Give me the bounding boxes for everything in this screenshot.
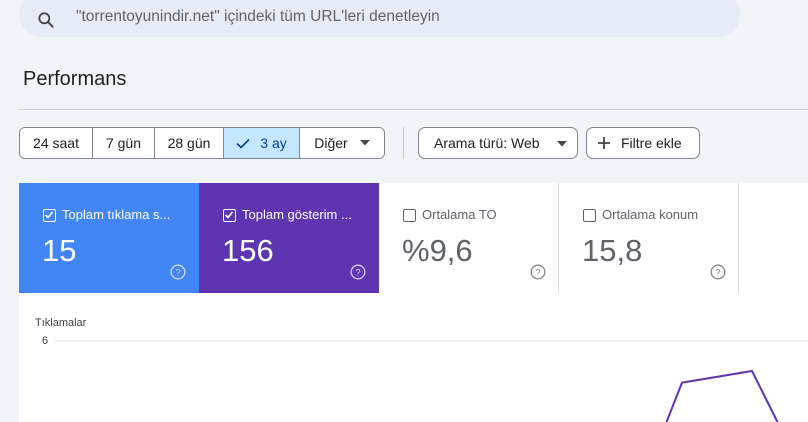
- add-filter-label: Filtre ekle: [621, 135, 682, 151]
- check-icon: [236, 138, 250, 149]
- date-option-label: 7 gün: [105, 135, 142, 151]
- caret-down-icon: [557, 141, 567, 147]
- add-filter-button[interactable]: Filtre ekle: [586, 127, 700, 159]
- date-option-label: 28 gün: [167, 135, 211, 151]
- metric-card-average-ctr[interactable]: Ortalama TO %9,6 ?: [379, 183, 559, 293]
- date-option-other[interactable]: Diğer: [300, 128, 384, 158]
- page-title: Performans: [23, 68, 127, 90]
- svg-text:?: ?: [175, 268, 180, 279]
- metric-card-total-clicks[interactable]: Toplam tıklama s... 15 ?: [19, 183, 199, 293]
- performance-chart: Tıklamalar 6: [19, 293, 808, 422]
- svg-text:?: ?: [355, 268, 360, 279]
- svg-text:?: ?: [715, 268, 720, 279]
- date-range-selector: 24 saat 7 gün 28 gün 3 ay Diğer: [19, 127, 385, 159]
- metric-value: 15,8: [582, 233, 643, 268]
- search-icon[interactable]: [36, 10, 56, 30]
- help-icon[interactable]: ?: [710, 264, 726, 280]
- checkbox-unchecked[interactable]: [403, 209, 416, 222]
- metric-value: 156: [222, 233, 274, 268]
- checkbox-unchecked[interactable]: [583, 209, 596, 222]
- search-type-dropdown[interactable]: Arama türü: Web: [418, 127, 578, 159]
- metric-cards-filler: [739, 183, 808, 293]
- svg-text:?: ?: [535, 268, 540, 279]
- metric-value: %9,6: [402, 233, 473, 268]
- help-icon[interactable]: ?: [530, 264, 546, 280]
- search-input[interactable]: "torrentoyunindir.net" içindeki tüm URL'…: [76, 8, 440, 26]
- title-divider: [19, 109, 808, 110]
- date-option-3m[interactable]: 3 ay: [224, 128, 300, 158]
- metric-value: 15: [42, 233, 77, 268]
- metric-card-total-impressions[interactable]: Toplam gösterim ... 156 ?: [199, 183, 379, 293]
- check-icon: [224, 211, 234, 219]
- help-icon[interactable]: ?: [170, 264, 186, 280]
- date-option-label: 24 saat: [33, 135, 79, 151]
- plus-icon: [598, 137, 610, 149]
- metric-label: Toplam gösterim ...: [242, 207, 352, 222]
- date-option-label: Diğer: [314, 135, 348, 151]
- date-option-28d[interactable]: 28 gün: [155, 128, 224, 158]
- metric-label: Ortalama konum: [602, 207, 699, 222]
- search-type-label: Arama türü: Web: [434, 135, 540, 151]
- filter-divider: [403, 127, 404, 159]
- date-option-label: 3 ay: [260, 135, 287, 151]
- chart-plot: [55, 340, 808, 422]
- checkbox-checked[interactable]: [43, 209, 56, 222]
- chart-series-line: [665, 369, 779, 422]
- metric-card-average-position[interactable]: Ortalama konum 15,8 ?: [559, 183, 739, 293]
- date-option-24h[interactable]: 24 saat: [20, 128, 93, 158]
- caret-down-icon: [359, 140, 370, 146]
- check-icon: [44, 211, 54, 219]
- metric-label: Ortalama TO: [422, 207, 497, 222]
- date-option-7d[interactable]: 7 gün: [93, 128, 155, 158]
- checkbox-checked[interactable]: [223, 209, 236, 222]
- help-icon[interactable]: ?: [350, 264, 366, 280]
- metric-label: Toplam tıklama s...: [62, 207, 171, 222]
